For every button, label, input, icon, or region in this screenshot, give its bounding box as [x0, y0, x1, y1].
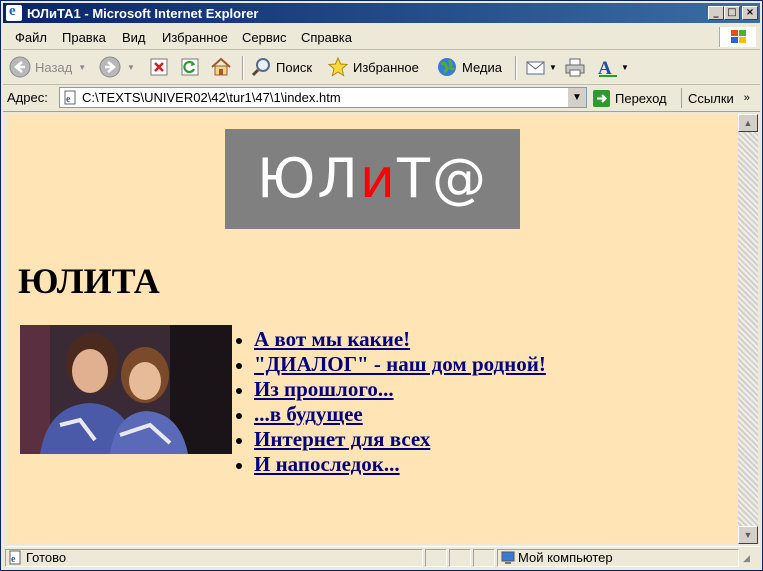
go-arrow-icon: [593, 89, 610, 107]
logo-text-part: ЮЛ: [256, 147, 360, 210]
chevron-right-icon[interactable]: »: [744, 92, 750, 104]
stop-button[interactable]: [148, 54, 170, 80]
status-text: Готово: [26, 550, 67, 565]
list-item: И напоследок...: [234, 452, 546, 477]
media-button[interactable]: Медиа: [436, 54, 502, 80]
back-button[interactable]: Назад ▼: [9, 54, 86, 80]
stop-icon: [148, 56, 170, 78]
toolbar: Назад ▼ ▼ Поиск Избранное Медиа ▼ A ▼: [3, 50, 760, 85]
site-logo: ЮЛиТ@: [225, 129, 520, 229]
list-item: "ДИАЛОГ" - наш дом родной!: [234, 352, 546, 377]
menu-bar: Файл Правка Вид Избранное Сервис Справка: [3, 25, 760, 50]
links-button[interactable]: Ссылки »: [681, 88, 750, 108]
list-item: А вот мы какие!: [234, 327, 546, 352]
nav-link-list: А вот мы какие! "ДИАЛОГ" - наш дом родно…: [234, 327, 546, 477]
menu-favorites[interactable]: Избранное: [162, 30, 228, 45]
back-label: Назад: [35, 59, 73, 75]
media-globe-icon: [436, 56, 458, 78]
close-button[interactable]: ×: [742, 6, 758, 20]
window-title: ЮЛиТА1 - Microsoft Internet Explorer: [27, 6, 259, 21]
mail-button[interactable]: ▼: [525, 54, 557, 80]
printer-icon: [564, 56, 586, 78]
font-size-icon: A: [597, 56, 619, 79]
logo-text-part: Т@: [397, 147, 488, 210]
back-dropdown-icon[interactable]: ▼: [78, 63, 86, 72]
address-label: Адрес:: [7, 90, 48, 105]
address-bar: Адрес: e C:\TEXTS\UNIVER02\42\tur1\47\1\…: [3, 85, 760, 112]
toolbar-separator: [515, 56, 517, 80]
vertical-scrollbar[interactable]: ▲ ▼: [738, 114, 758, 544]
search-button[interactable]: Поиск: [250, 54, 312, 80]
status-text-cell: e Готово: [5, 549, 423, 567]
mail-dropdown-icon[interactable]: ▼: [549, 63, 557, 72]
list-item: ...в будущее: [234, 402, 546, 427]
computer-icon: [501, 551, 515, 565]
status-bar: e Готово Мой компьютер ◢: [3, 546, 760, 569]
forward-dropdown-icon[interactable]: ▼: [127, 63, 135, 72]
fonts-dropdown-icon[interactable]: ▼: [621, 63, 629, 72]
status-panel: [425, 549, 447, 567]
search-icon: [250, 56, 272, 78]
forward-button[interactable]: ▼: [99, 54, 135, 80]
links-label: Ссылки: [688, 90, 734, 106]
mail-icon: [525, 56, 547, 78]
link-past[interactable]: Из прошлого...: [254, 377, 394, 401]
resize-grip-icon[interactable]: ◢: [743, 553, 750, 564]
link-dialog[interactable]: "ДИАЛОГ" - наш дом родной!: [254, 352, 546, 376]
logo-text-accent: и: [359, 147, 397, 210]
address-value: C:\TEXTS\UNIVER02\42\tur1\47\1\index.htm: [82, 90, 341, 105]
list-item: Из прошлого...: [234, 377, 546, 402]
refresh-icon: [179, 56, 201, 78]
go-label: Переход: [615, 90, 667, 106]
svg-text:e: e: [66, 94, 71, 105]
maximize-button[interactable]: □: [724, 6, 740, 20]
menu-file[interactable]: Файл: [15, 30, 47, 45]
home-button[interactable]: [210, 54, 232, 80]
forward-arrow-icon: [99, 56, 121, 78]
back-arrow-icon: [9, 56, 31, 78]
logo-text: ЮЛиТ@: [225, 147, 520, 210]
favorites-label: Избранное: [353, 59, 419, 75]
menu-view[interactable]: Вид: [122, 30, 146, 45]
link-internet[interactable]: Интернет для всех: [254, 427, 430, 451]
browser-window: ЮЛиТА1 - Microsoft Internet Explorer _ □…: [0, 0, 763, 571]
menu-edit[interactable]: Правка: [62, 30, 106, 45]
windows-logo-icon: [719, 27, 756, 47]
toolbar-separator: [242, 56, 244, 80]
menu-tools[interactable]: Сервис: [242, 30, 287, 45]
zone-text: Мой компьютер: [518, 550, 613, 565]
scroll-up-button[interactable]: ▲: [738, 114, 758, 132]
menu-help[interactable]: Справка: [301, 30, 352, 45]
page-heading: ЮЛИТА: [18, 261, 160, 301]
print-button[interactable]: [564, 54, 586, 80]
home-icon: [210, 56, 232, 78]
photo-image: [20, 325, 232, 454]
security-zone-cell: Мой компьютер: [497, 549, 739, 567]
status-panel: [449, 549, 471, 567]
link-about-us[interactable]: А вот мы какие!: [254, 327, 410, 351]
list-item: Интернет для всех: [234, 427, 546, 452]
refresh-button[interactable]: [179, 54, 201, 80]
link-future[interactable]: ...в будущее: [254, 402, 363, 426]
link-finally[interactable]: И напоследок...: [254, 452, 400, 476]
media-label: Медиа: [462, 59, 502, 75]
status-panel: [473, 549, 495, 567]
scroll-down-button[interactable]: ▼: [738, 526, 758, 544]
page-status-icon: e: [8, 550, 23, 565]
go-button[interactable]: Переход: [593, 88, 667, 108]
search-label: Поиск: [276, 59, 313, 75]
page-content: ЮЛиТ@ ЮЛИТА А вот мы какие! "ДИАЛОГ" - н…: [7, 114, 738, 544]
page-icon: e: [63, 90, 78, 105]
ie-app-icon[interactable]: [6, 3, 22, 21]
address-dropdown-icon[interactable]: ▼: [567, 88, 586, 107]
address-input[interactable]: e C:\TEXTS\UNIVER02\42\tur1\47\1\index.h…: [59, 87, 587, 108]
star-icon: [327, 56, 349, 78]
favorites-button[interactable]: Избранное: [327, 54, 419, 80]
minimize-button[interactable]: _: [708, 6, 724, 20]
title-bar[interactable]: ЮЛиТА1 - Microsoft Internet Explorer _ □…: [3, 3, 760, 23]
svg-text:e: e: [11, 554, 16, 565]
fonts-button[interactable]: A ▼: [597, 54, 629, 80]
